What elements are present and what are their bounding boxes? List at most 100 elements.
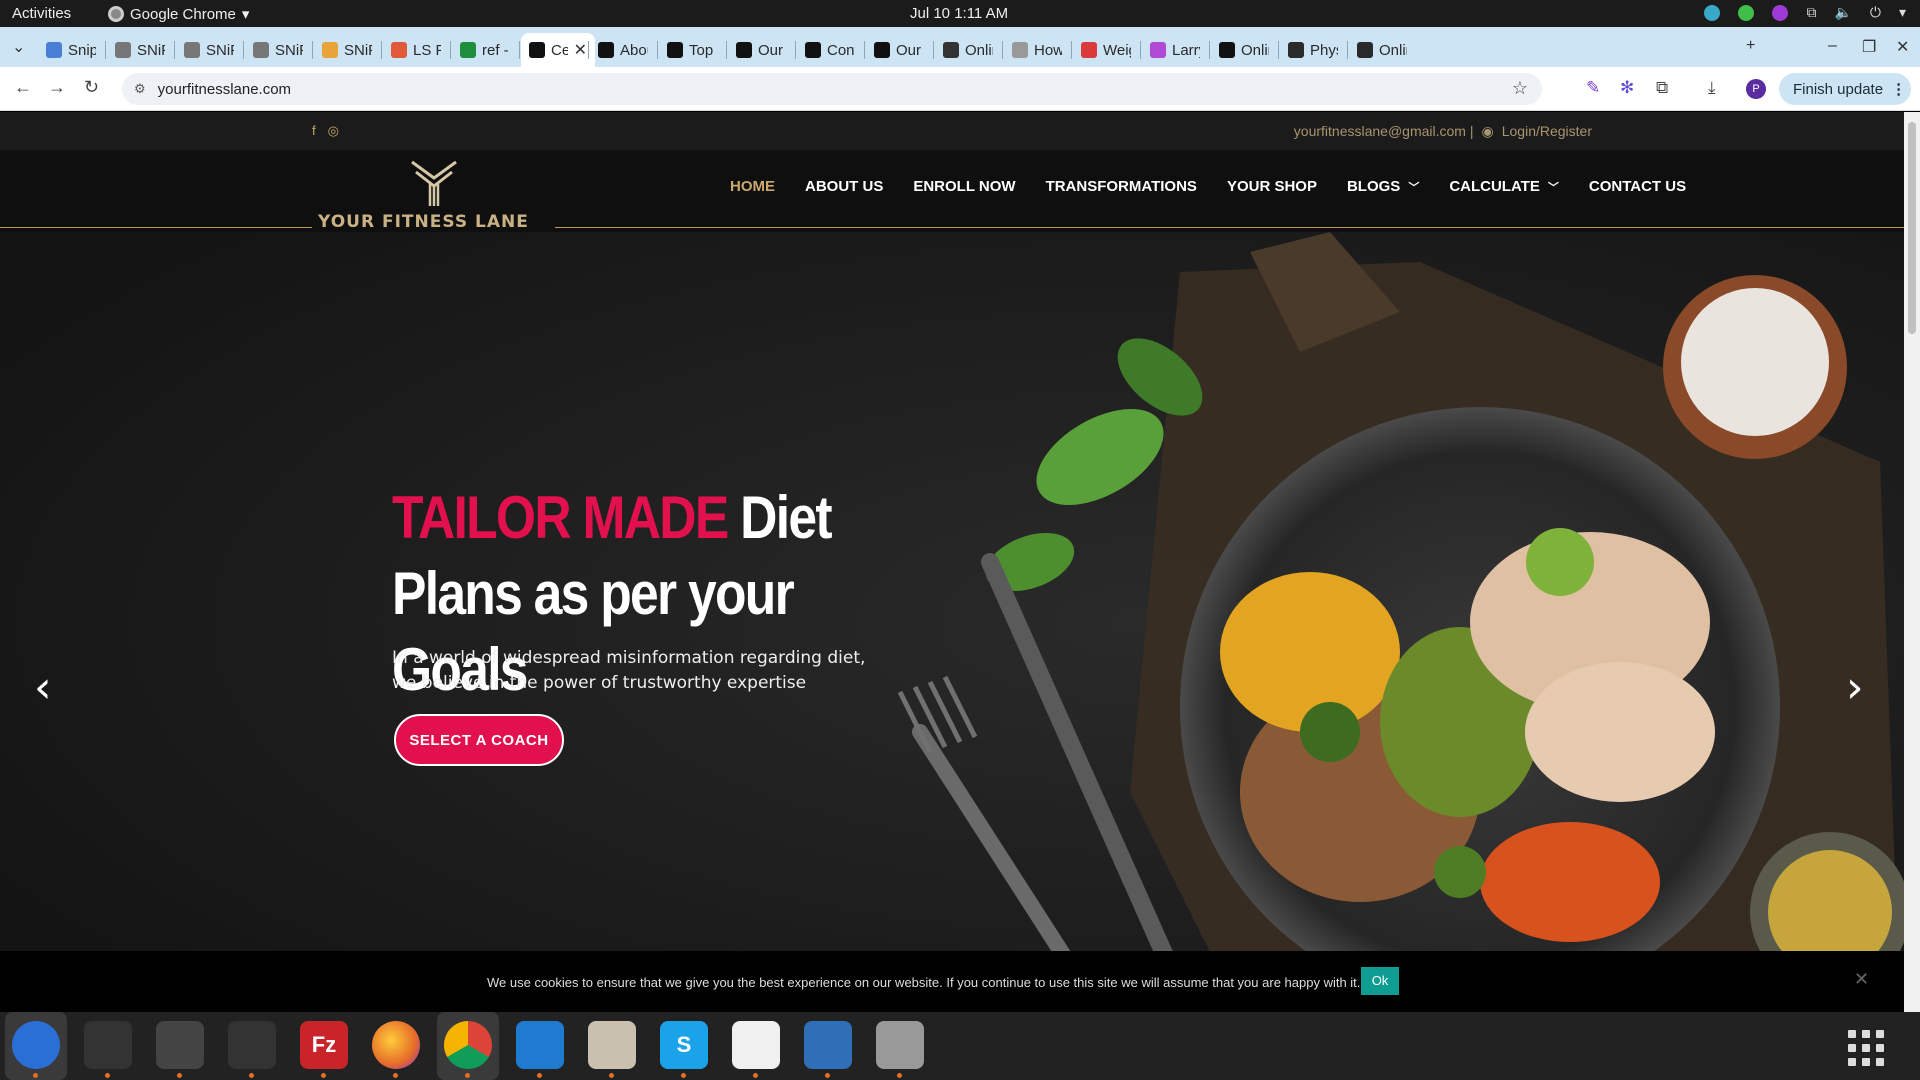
- cookie-ok-button[interactable]: Ok: [1361, 967, 1399, 995]
- menu-item-contact-us[interactable]: CONTACT US: [1589, 178, 1686, 195]
- gear-extension-icon[interactable]: ✻: [1620, 78, 1634, 98]
- terminal-icon[interactable]: [84, 1021, 132, 1069]
- disk-utility-icon[interactable]: [876, 1021, 924, 1069]
- system-monitor-icon[interactable]: [228, 1021, 276, 1069]
- browser-tab[interactable]: Top C: [659, 33, 725, 67]
- restore-icon[interactable]: ❐: [1862, 37, 1876, 57]
- chevron-down-icon[interactable]: ﹀: [1548, 179, 1559, 195]
- site-logo-text[interactable]: YOUR FITNESS LANE: [318, 212, 529, 232]
- files-icon[interactable]: [588, 1021, 636, 1069]
- extensions-icon[interactable]: ⧉: [1656, 78, 1668, 98]
- tab-search-icon[interactable]: ⌄: [12, 37, 25, 57]
- chevron-down-icon[interactable]: ﹀: [1408, 179, 1419, 195]
- scrollbar-thumb[interactable]: [1908, 122, 1916, 334]
- slider-next-icon[interactable]: ›: [1846, 662, 1864, 713]
- more-menu-icon[interactable]: ⋮: [1891, 80, 1906, 98]
- email-link[interactable]: yourfitnesslane@gmail.com |: [1294, 123, 1474, 140]
- tab-separator: [933, 41, 934, 59]
- sync-icon[interactable]: [1704, 4, 1721, 21]
- finish-update-button[interactable]: Finish update ⋮: [1779, 73, 1911, 105]
- new-tab-button[interactable]: +: [1746, 37, 1755, 55]
- tab-separator: [174, 41, 175, 59]
- chrome-icon[interactable]: [444, 1021, 492, 1069]
- browser-tab[interactable]: Snip: [38, 33, 104, 67]
- network-icon[interactable]: ⧉: [1806, 4, 1816, 21]
- browser-tab[interactable]: Physi: [1280, 33, 1346, 67]
- logo-mark-icon[interactable]: [408, 158, 460, 208]
- browser-tab[interactable]: Abou: [590, 33, 656, 67]
- minimize-icon[interactable]: –: [1828, 37, 1837, 55]
- browser-tab[interactable]: SNiP: [314, 33, 380, 67]
- browser-tab[interactable]: Onlin: [1211, 33, 1277, 67]
- browser-tab[interactable]: SNiP: [107, 33, 173, 67]
- forward-icon[interactable]: →: [48, 77, 66, 98]
- check-icon[interactable]: [1738, 4, 1755, 21]
- url-text[interactable]: yourfitnesslane.com: [158, 81, 291, 98]
- tab-title: ref - C: [482, 41, 510, 59]
- close-icon[interactable]: ✕: [1854, 969, 1869, 990]
- hero-subtitle-line: In a world of widespread misinformation …: [392, 648, 866, 668]
- browser-tab[interactable]: Our T: [866, 33, 932, 67]
- filezilla-icon[interactable]: Fz: [300, 1021, 348, 1069]
- menu-item-enroll-now[interactable]: ENROLL NOW: [913, 178, 1015, 195]
- menu-item-blogs[interactable]: BLOGS ﹀: [1347, 178, 1419, 195]
- browser-tab[interactable]: SNiP: [245, 33, 311, 67]
- browser-tab[interactable]: ref - C: [452, 33, 518, 67]
- menu-item-label: BLOGS: [1346, 178, 1401, 195]
- running-indicator: [681, 1073, 686, 1078]
- browser-tab[interactable]: Our T: [728, 33, 794, 67]
- text-editor-icon[interactable]: [732, 1021, 780, 1069]
- running-indicator: [753, 1073, 758, 1078]
- address-bar[interactable]: ⚙ yourfitnesslane.com ☆: [122, 73, 1542, 105]
- menu-item-about-us[interactable]: ABOUT US: [805, 178, 883, 195]
- browser-tab[interactable]: How I: [1004, 33, 1070, 67]
- site-info-icon[interactable]: ⚙: [134, 81, 146, 97]
- app-menu[interactable]: Google Chrome ▾: [108, 5, 249, 23]
- clock[interactable]: Jul 10 1:11 AM: [910, 5, 1008, 22]
- skype-icon[interactable]: S: [660, 1021, 708, 1069]
- thunderbird-icon[interactable]: [12, 1021, 60, 1069]
- tab-title: Conta: [827, 41, 855, 59]
- back-icon[interactable]: ←: [14, 77, 32, 98]
- browser-tab[interactable]: Onlin: [935, 33, 1001, 67]
- browser-tab[interactable]: LS Pr: [383, 33, 449, 67]
- close-window-icon[interactable]: ✕: [1896, 37, 1909, 57]
- show-apps-grid-icon[interactable]: [1842, 1024, 1886, 1068]
- profile-avatar[interactable]: P: [1746, 79, 1766, 99]
- menu-item-home[interactable]: HOME: [730, 178, 775, 195]
- divider: [0, 227, 312, 228]
- slider-prev-icon[interactable]: ‹: [34, 662, 52, 713]
- download-icon[interactable]: ⤓: [1708, 78, 1716, 98]
- menu-item-calculate[interactable]: CALCULATE ﹀: [1449, 178, 1559, 195]
- menu-item-your-shop[interactable]: YOUR SHOP: [1227, 178, 1317, 195]
- extension-icon[interactable]: [1772, 4, 1789, 21]
- browser-tab[interactable]: Larry: [1142, 33, 1208, 67]
- writer-icon[interactable]: [804, 1021, 852, 1069]
- tab-close-icon[interactable]: ✕: [574, 40, 587, 60]
- tab-title: SNiP: [137, 41, 165, 59]
- pen-extension-icon[interactable]: ✎: [1586, 78, 1600, 98]
- volume-icon[interactable]: 🔈: [1834, 4, 1851, 21]
- browser-tab[interactable]: Weigl: [1073, 33, 1139, 67]
- browser-tab[interactable]: Onlin: [1349, 33, 1415, 67]
- calculator-icon[interactable]: [156, 1021, 204, 1069]
- activities-button[interactable]: Activities: [12, 5, 71, 22]
- power-icon[interactable]: ⏻: [1870, 4, 1881, 21]
- firefox-icon[interactable]: [372, 1021, 420, 1069]
- bookmark-star-icon[interactable]: ☆: [1512, 78, 1528, 99]
- scrollbar[interactable]: [1904, 112, 1920, 1012]
- browser-tab[interactable]: Conta: [797, 33, 863, 67]
- browser-tab[interactable]: Ce ✕: [521, 33, 595, 67]
- browser-tab[interactable]: SNiP: [176, 33, 242, 67]
- login-register-link[interactable]: Login/Register: [1502, 123, 1592, 140]
- vscode-icon[interactable]: [516, 1021, 564, 1069]
- reload-icon[interactable]: ↻: [84, 77, 99, 98]
- select-coach-button[interactable]: SELECT A COACH: [394, 714, 564, 766]
- dock: Fz S: [0, 1012, 1920, 1080]
- menu-item-transformations[interactable]: TRANSFORMATIONS: [1046, 178, 1197, 195]
- system-tray[interactable]: ⧉ 🔈 ⏻ ▾: [1704, 4, 1906, 21]
- menu-item-label: CALCULATE: [1449, 178, 1540, 195]
- instagram-icon[interactable]: ◎: [328, 123, 339, 139]
- facebook-icon[interactable]: f: [312, 123, 316, 139]
- caret-down-icon[interactable]: ▾: [1899, 4, 1906, 21]
